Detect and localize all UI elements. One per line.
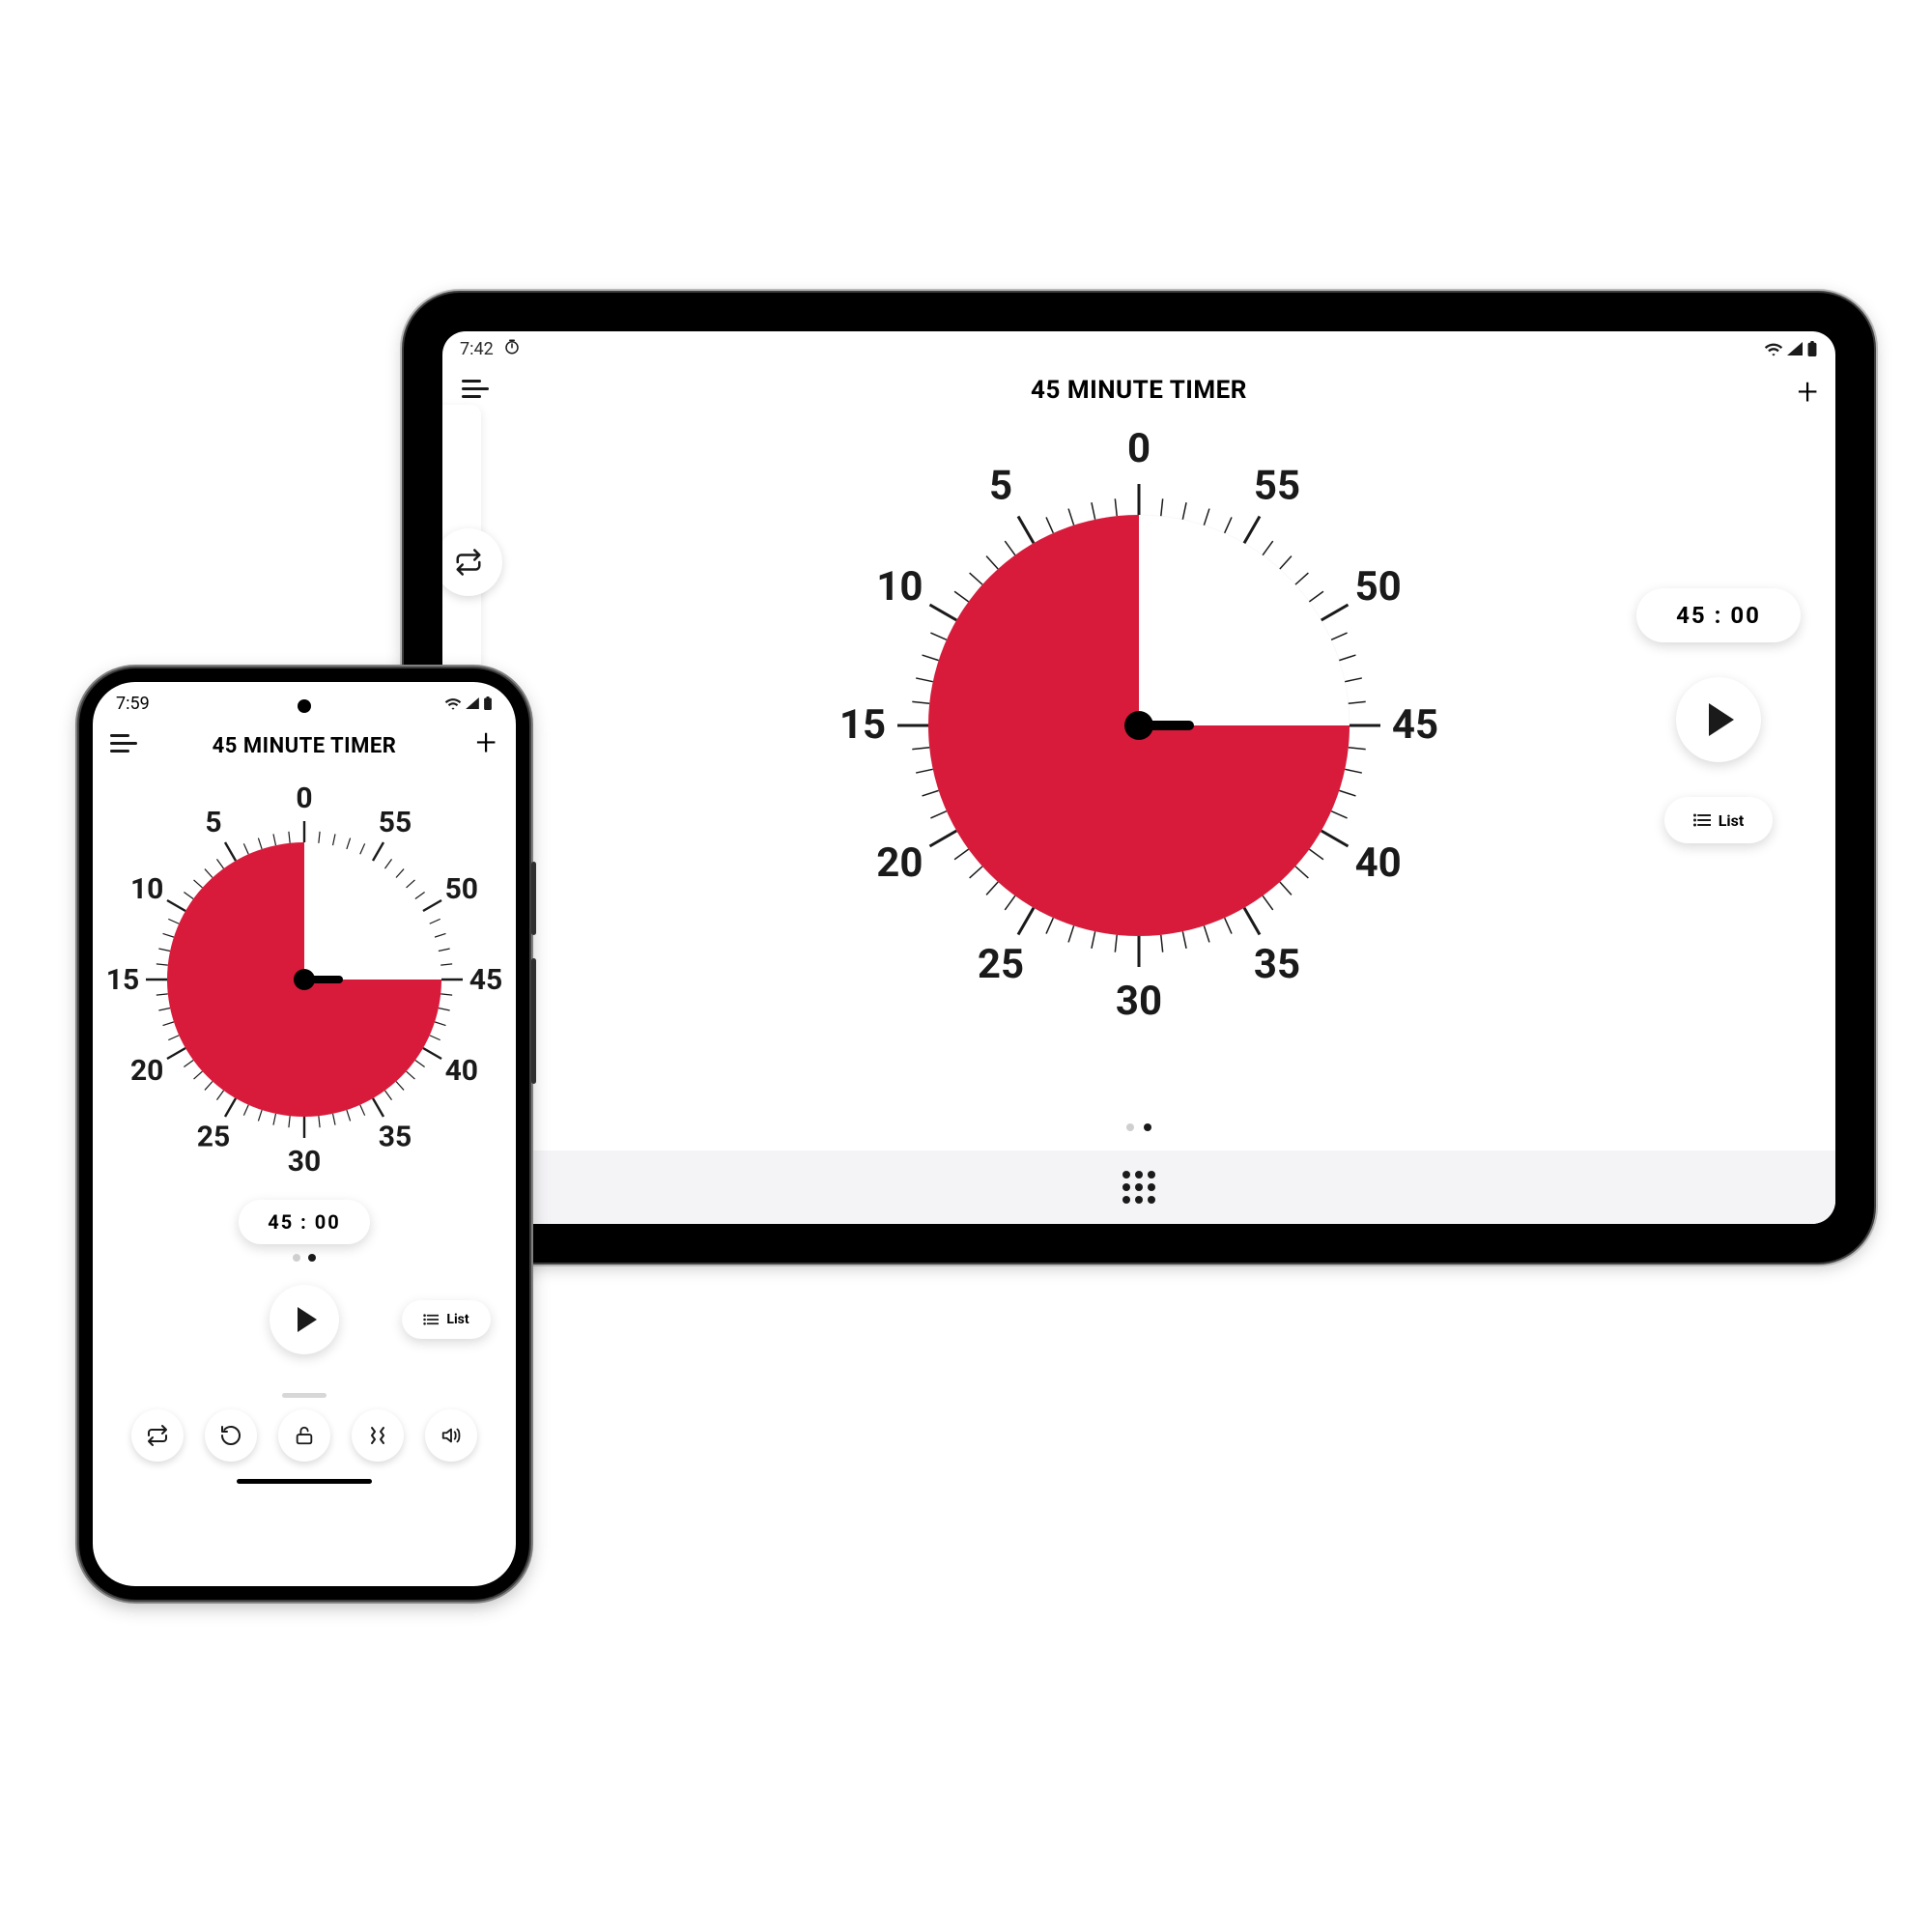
- timer-dial[interactable]: 0 55 50 45 40 35 30 25 20 15 10 5: [101, 777, 507, 1182]
- svg-text:35: 35: [379, 1121, 412, 1154]
- apps-button[interactable]: [1122, 1171, 1155, 1204]
- phone-toolbar: [93, 1406, 516, 1473]
- svg-text:55: 55: [379, 806, 412, 839]
- nav-bar[interactable]: [237, 1479, 372, 1484]
- sound-icon: [440, 1425, 463, 1446]
- repeat-button[interactable]: [442, 528, 502, 596]
- sound-button[interactable]: [425, 1409, 477, 1462]
- svg-text:55: 55: [1254, 462, 1300, 509]
- phone-screen: 7:59 + 45 MINUTE TIMER 0 55 50 45 40 35 30 25 20…: [93, 682, 516, 1586]
- tablet-screen: 7:42 + 45 MINUTE TIMER: [442, 331, 1835, 1224]
- list-label: List: [446, 1312, 469, 1327]
- svg-text:45: 45: [469, 963, 502, 997]
- list-icon: [423, 1314, 439, 1325]
- signal-icon: [1787, 342, 1803, 355]
- timer-title: 45 MINUTE TIMER: [1031, 376, 1247, 405]
- battery-icon: [1806, 341, 1818, 356]
- restart-icon: [219, 1424, 242, 1447]
- page-dot-active: [1144, 1123, 1151, 1131]
- svg-text:40: 40: [445, 1054, 478, 1088]
- repeat-icon: [146, 1424, 169, 1447]
- list-icon: [1693, 813, 1711, 827]
- play-icon: [298, 1307, 317, 1332]
- tablet-bottom-bar: [442, 1151, 1835, 1224]
- play-button[interactable]: [1676, 677, 1761, 762]
- time-chip[interactable]: 45 : 00: [239, 1200, 370, 1244]
- page-dot: [1126, 1123, 1134, 1131]
- svg-text:25: 25: [978, 941, 1024, 988]
- svg-text:20: 20: [130, 1054, 163, 1088]
- dial-hub: [294, 969, 315, 990]
- page-dot-active: [308, 1254, 316, 1262]
- status-time: 7:59: [116, 694, 150, 714]
- dial-hub: [1124, 711, 1153, 740]
- repeat-button[interactable]: [131, 1409, 184, 1462]
- add-button[interactable]: +: [476, 724, 497, 761]
- list-button[interactable]: List: [402, 1300, 491, 1339]
- page-dot: [293, 1254, 300, 1262]
- vibrate-icon: [365, 1424, 390, 1447]
- menu-button[interactable]: [462, 380, 489, 399]
- wifi-icon: [1764, 341, 1783, 356]
- svg-text:50: 50: [1355, 563, 1402, 611]
- svg-text:50: 50: [445, 872, 478, 906]
- phone-device-frame: 7:59 + 45 MINUTE TIMER 0 55 50 45 40 35 30 25 20…: [79, 668, 529, 1600]
- camera-notch: [298, 699, 311, 713]
- add-button[interactable]: +: [1798, 374, 1818, 411]
- play-button[interactable]: [270, 1285, 339, 1354]
- svg-text:35: 35: [1254, 941, 1300, 988]
- svg-text:30: 30: [1116, 978, 1162, 1025]
- svg-text:30: 30: [288, 1145, 321, 1179]
- svg-text:0: 0: [1127, 425, 1151, 472]
- timer-icon: [503, 338, 521, 360]
- play-icon: [1709, 703, 1734, 736]
- wifi-icon: [444, 696, 462, 710]
- tablet-status-bar: 7:42: [442, 331, 1835, 366]
- status-time: 7:42: [460, 339, 494, 359]
- page-indicator: [93, 1254, 516, 1262]
- timer-dial[interactable]: 0 55 50 45 40 35 30 25 20 15 10 5: [830, 416, 1448, 1035]
- drawer-handle[interactable]: [282, 1393, 327, 1398]
- svg-text:0: 0: [296, 781, 312, 815]
- battery-icon: [483, 696, 493, 710]
- svg-text:5: 5: [205, 806, 221, 839]
- lock-open-icon: [294, 1424, 315, 1447]
- svg-text:45: 45: [1392, 701, 1438, 749]
- svg-text:10: 10: [876, 563, 923, 611]
- svg-text:25: 25: [197, 1121, 230, 1154]
- phone-header: + 45 MINUTE TIMER: [93, 724, 516, 771]
- page-indicator: [1126, 1123, 1151, 1131]
- svg-text:15: 15: [839, 701, 886, 749]
- list-button[interactable]: List: [1664, 797, 1773, 843]
- svg-text:15: 15: [106, 963, 139, 997]
- vibrate-button[interactable]: [352, 1409, 404, 1462]
- svg-text:20: 20: [876, 839, 923, 887]
- menu-button[interactable]: [110, 734, 137, 753]
- restart-button[interactable]: [205, 1409, 257, 1462]
- timer-title: 45 MINUTE TIMER: [213, 734, 397, 758]
- time-chip[interactable]: 45 : 00: [1636, 588, 1801, 642]
- svg-text:10: 10: [130, 872, 163, 906]
- tablet-app: + 45 MINUTE TIMER: [442, 366, 1835, 1224]
- signal-icon: [466, 697, 479, 709]
- lock-button[interactable]: [278, 1409, 330, 1462]
- repeat-icon: [454, 548, 483, 577]
- status-indicators: [1764, 341, 1818, 356]
- svg-text:40: 40: [1355, 839, 1402, 887]
- svg-text:5: 5: [989, 462, 1012, 509]
- list-label: List: [1719, 811, 1745, 830]
- tablet-device-frame: 7:42 + 45 MINUTE TIMER: [404, 293, 1874, 1263]
